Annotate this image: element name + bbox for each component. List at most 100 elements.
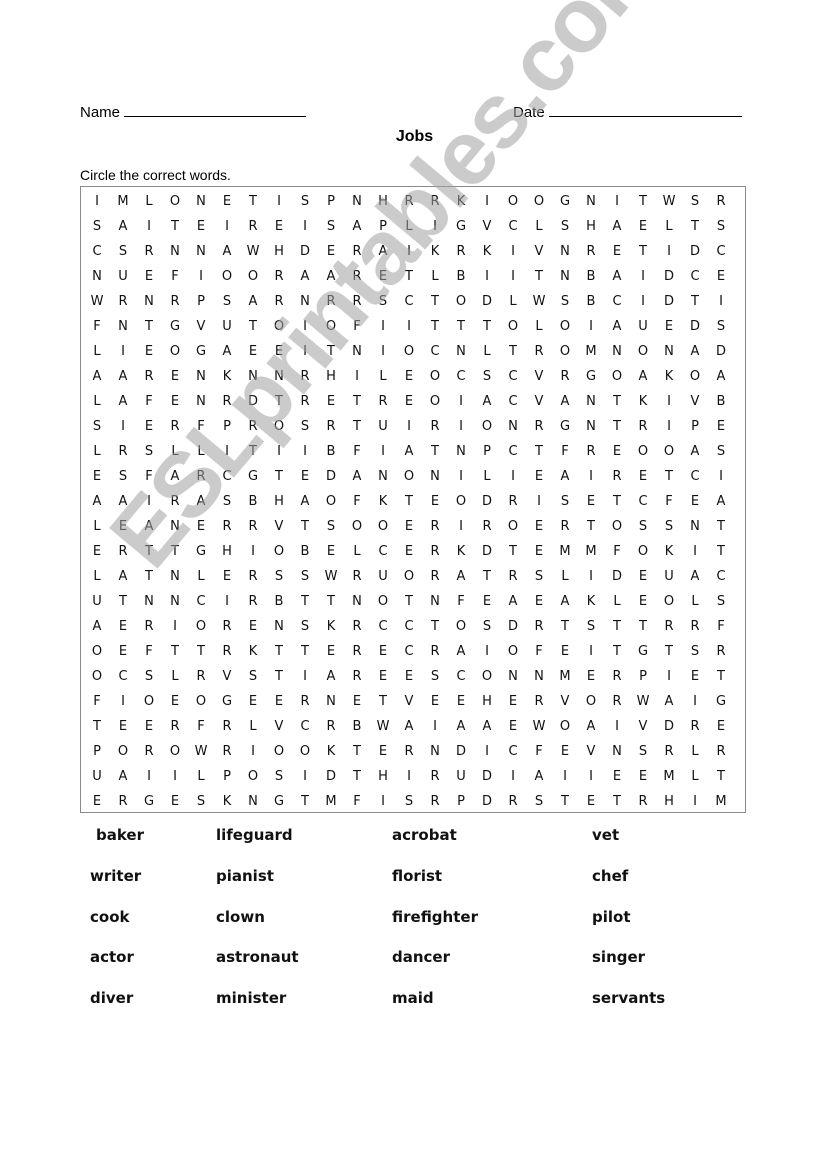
grid-letter[interactable]: E bbox=[318, 539, 344, 564]
grid-letter[interactable]: O bbox=[214, 264, 240, 289]
grid-letter[interactable]: T bbox=[708, 764, 734, 789]
grid-letter[interactable]: R bbox=[604, 464, 630, 489]
grid-letter[interactable]: N bbox=[682, 514, 708, 539]
grid-letter[interactable]: T bbox=[630, 239, 656, 264]
grid-letter[interactable]: E bbox=[526, 539, 552, 564]
grid-letter[interactable]: C bbox=[500, 389, 526, 414]
grid-letter[interactable]: E bbox=[136, 414, 162, 439]
grid-letter[interactable]: I bbox=[266, 439, 292, 464]
grid-letter[interactable]: U bbox=[214, 314, 240, 339]
grid-letter[interactable]: T bbox=[474, 314, 500, 339]
grid-letter[interactable]: E bbox=[552, 639, 578, 664]
grid-letter[interactable]: G bbox=[136, 789, 162, 814]
grid-letter[interactable]: E bbox=[136, 339, 162, 364]
grid-letter[interactable]: S bbox=[136, 439, 162, 464]
grid-letter[interactable]: E bbox=[84, 464, 110, 489]
grid-letter[interactable]: M bbox=[578, 339, 604, 364]
grid-letter[interactable]: R bbox=[318, 714, 344, 739]
grid-letter[interactable]: T bbox=[318, 589, 344, 614]
grid-letter[interactable]: B bbox=[448, 264, 474, 289]
grid-letter[interactable]: R bbox=[474, 514, 500, 539]
grid-letter[interactable]: R bbox=[162, 714, 188, 739]
grid-letter[interactable]: N bbox=[110, 314, 136, 339]
grid-letter[interactable]: H bbox=[370, 189, 396, 214]
grid-letter[interactable]: A bbox=[682, 564, 708, 589]
grid-letter[interactable]: O bbox=[630, 339, 656, 364]
grid-letter[interactable]: L bbox=[84, 439, 110, 464]
grid-letter[interactable]: R bbox=[188, 664, 214, 689]
grid-letter[interactable]: K bbox=[318, 739, 344, 764]
grid-letter[interactable]: R bbox=[604, 689, 630, 714]
grid-letter[interactable]: E bbox=[630, 589, 656, 614]
grid-letter[interactable]: I bbox=[292, 664, 318, 689]
grid-letter[interactable]: I bbox=[370, 314, 396, 339]
grid-letter[interactable]: L bbox=[84, 564, 110, 589]
grid-letter[interactable]: N bbox=[578, 389, 604, 414]
grid-letter[interactable]: G bbox=[162, 314, 188, 339]
grid-letter[interactable]: C bbox=[370, 539, 396, 564]
grid-letter[interactable]: O bbox=[682, 364, 708, 389]
grid-letter[interactable]: P bbox=[318, 189, 344, 214]
grid-letter[interactable]: O bbox=[318, 489, 344, 514]
grid-letter[interactable]: E bbox=[422, 489, 448, 514]
grid-letter[interactable]: T bbox=[292, 639, 318, 664]
grid-letter[interactable]: T bbox=[604, 639, 630, 664]
grid-letter[interactable]: N bbox=[318, 689, 344, 714]
grid-letter[interactable]: N bbox=[292, 289, 318, 314]
grid-letter[interactable]: O bbox=[656, 439, 682, 464]
grid-letter[interactable]: C bbox=[214, 464, 240, 489]
grid-letter[interactable]: R bbox=[708, 639, 734, 664]
grid-letter[interactable]: S bbox=[474, 364, 500, 389]
grid-letter[interactable]: I bbox=[630, 264, 656, 289]
grid-letter[interactable]: R bbox=[578, 439, 604, 464]
grid-letter[interactable]: N bbox=[136, 589, 162, 614]
grid-letter[interactable]: F bbox=[188, 414, 214, 439]
grid-letter[interactable]: R bbox=[526, 339, 552, 364]
date-blank-line[interactable] bbox=[548, 104, 742, 117]
grid-letter[interactable]: L bbox=[682, 589, 708, 614]
grid-letter[interactable]: I bbox=[500, 239, 526, 264]
grid-letter[interactable]: G bbox=[188, 339, 214, 364]
grid-letter[interactable]: T bbox=[136, 539, 162, 564]
grid-letter[interactable]: I bbox=[474, 639, 500, 664]
grid-letter[interactable]: N bbox=[422, 739, 448, 764]
grid-letter[interactable]: T bbox=[266, 639, 292, 664]
grid-letter[interactable]: O bbox=[422, 389, 448, 414]
grid-letter[interactable]: I bbox=[422, 714, 448, 739]
grid-letter[interactable]: E bbox=[630, 764, 656, 789]
grid-letter[interactable]: A bbox=[318, 664, 344, 689]
grid-letter[interactable]: S bbox=[266, 764, 292, 789]
grid-letter[interactable]: E bbox=[110, 714, 136, 739]
grid-letter[interactable]: T bbox=[162, 639, 188, 664]
grid-letter[interactable]: I bbox=[552, 764, 578, 789]
grid-letter[interactable]: E bbox=[526, 514, 552, 539]
grid-letter[interactable]: I bbox=[604, 189, 630, 214]
grid-letter[interactable]: A bbox=[344, 214, 370, 239]
grid-letter[interactable]: I bbox=[110, 339, 136, 364]
grid-letter[interactable]: S bbox=[370, 289, 396, 314]
grid-letter[interactable]: E bbox=[500, 714, 526, 739]
grid-letter[interactable]: L bbox=[422, 264, 448, 289]
grid-letter[interactable]: I bbox=[214, 214, 240, 239]
grid-letter[interactable]: N bbox=[370, 464, 396, 489]
grid-letter[interactable]: E bbox=[370, 664, 396, 689]
grid-letter[interactable]: T bbox=[448, 314, 474, 339]
grid-letter[interactable]: S bbox=[526, 564, 552, 589]
grid-letter[interactable]: D bbox=[656, 714, 682, 739]
grid-letter[interactable]: I bbox=[396, 239, 422, 264]
grid-letter[interactable]: O bbox=[318, 314, 344, 339]
grid-letter[interactable]: V bbox=[188, 314, 214, 339]
grid-letter[interactable]: T bbox=[630, 614, 656, 639]
grid-letter[interactable]: V bbox=[526, 389, 552, 414]
grid-letter[interactable]: B bbox=[708, 389, 734, 414]
grid-letter[interactable]: A bbox=[84, 489, 110, 514]
grid-letter[interactable]: E bbox=[552, 739, 578, 764]
grid-letter[interactable]: S bbox=[682, 189, 708, 214]
grid-letter[interactable]: E bbox=[604, 439, 630, 464]
grid-letter[interactable]: R bbox=[110, 539, 136, 564]
grid-letter[interactable]: A bbox=[630, 364, 656, 389]
grid-letter[interactable]: P bbox=[370, 214, 396, 239]
grid-letter[interactable]: R bbox=[682, 714, 708, 739]
grid-letter[interactable]: S bbox=[552, 214, 578, 239]
grid-letter[interactable]: T bbox=[318, 339, 344, 364]
